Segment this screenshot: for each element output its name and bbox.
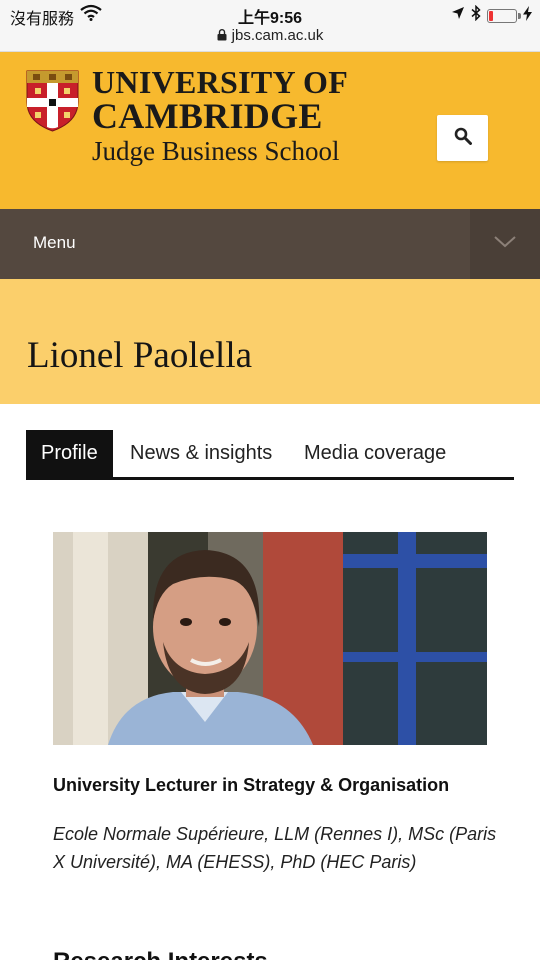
brand-line-school: Judge Business School (92, 136, 340, 166)
chevron-down-icon (494, 235, 516, 253)
section-heading-research: Research Interests (53, 948, 268, 960)
location-icon (451, 6, 465, 25)
status-bar: 沒有服務 上午9:56 jbs.cam.ac.uk (0, 0, 540, 52)
menu-label[interactable]: Menu (33, 233, 76, 253)
lock-icon (217, 28, 227, 41)
charging-icon (523, 5, 532, 26)
qualifications: Ecole Normale Supérieure, LLM (Rennes I)… (53, 824, 497, 872)
page-title-band: Lionel Paolella (0, 279, 540, 404)
tab-media-coverage[interactable]: Media coverage (289, 430, 461, 477)
page-title: Lionel Paolella (27, 335, 253, 376)
site-header: UNIVERSITY OF CAMBRIDGE Judge Business S… (0, 52, 540, 209)
brand-line-cambridge: CAMBRIDGE (92, 96, 323, 136)
brand-wordmark[interactable]: UNIVERSITY OF CAMBRIDGE Judge Business S… (92, 66, 348, 166)
tab-news-insights[interactable]: News & insights (115, 430, 287, 477)
tab-profile[interactable]: Profile (26, 430, 113, 477)
battery-icon (487, 8, 521, 23)
search-button[interactable] (437, 115, 488, 161)
battery-level (489, 10, 493, 21)
menu-toggle-button[interactable] (470, 209, 540, 279)
university-crest-icon[interactable] (26, 70, 79, 132)
brand-line-university: UNIVERSITY OF (92, 64, 349, 100)
menu-bar[interactable]: Menu (0, 209, 540, 279)
search-icon (454, 127, 472, 150)
address-bar[interactable]: jbs.cam.ac.uk (0, 27, 540, 44)
profile-tabs: Profile News & insights Media coverage (26, 430, 514, 480)
bluetooth-icon (471, 4, 481, 26)
url-text: jbs.cam.ac.uk (231, 27, 324, 44)
profile-photo (53, 532, 487, 745)
status-icons (451, 4, 532, 26)
job-title: University Lecturer in Strategy & Organi… (53, 775, 450, 795)
